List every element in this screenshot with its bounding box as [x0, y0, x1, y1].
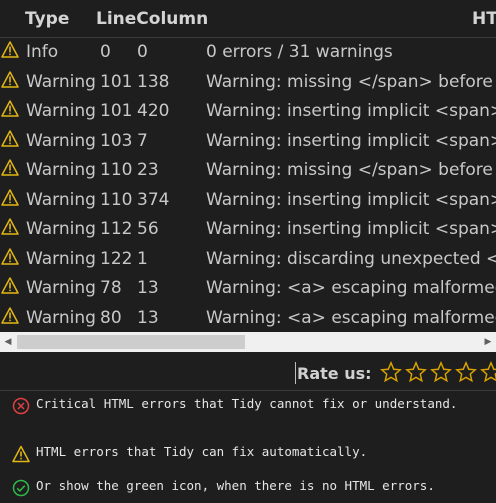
column-header-type[interactable]: Type — [25, 9, 69, 29]
cell-column: 138 — [137, 71, 170, 92]
table-row[interactable]: Warning 122 1 Warning: discarding unexpecte… — [0, 245, 496, 274]
table-row[interactable]: Warning 101 138 Warning: missing </span> be… — [0, 68, 496, 97]
cell-type: Info — [26, 42, 59, 62]
cell-type: Warning — [26, 219, 96, 239]
cell-message: Warning: inserting implicit <span> — [206, 101, 496, 121]
rate-us-label: Rate us: — [297, 364, 372, 383]
cell-type: Warning — [26, 189, 96, 210]
cell-message: Warning: discarding unexpected </ — [206, 248, 496, 269]
cell-column: 56 — [137, 219, 159, 239]
warning-triangle-icon — [12, 445, 30, 463]
cell-message: 0 errors / 31 warnings — [206, 42, 393, 62]
legend-critical-text: Critical HTML errors that Tidy cannot fi… — [36, 396, 458, 411]
cell-message: Warning: missing </span> before — [206, 160, 493, 180]
cell-line: 78 — [100, 278, 122, 298]
table-row[interactable]: Warning 78 13 Warning: <a> escaping malform… — [0, 274, 496, 303]
star-icon[interactable] — [380, 361, 402, 383]
scrollbar-thumb[interactable] — [17, 335, 245, 349]
cell-line: 110 — [100, 160, 133, 180]
cell-type: Warning — [26, 101, 96, 121]
cell-type: Warning — [26, 307, 96, 328]
cell-line: 110 — [100, 189, 133, 210]
cell-column: 23 — [137, 160, 159, 180]
table-row[interactable]: Warning 110 374 Warning: inserting implicit… — [0, 186, 496, 215]
cell-type: Warning — [26, 130, 96, 151]
warning-triangle-icon — [1, 41, 19, 58]
cell-column: 1 — [137, 248, 148, 269]
scroll-right-arrow-icon[interactable]: ▶ — [480, 332, 496, 352]
cell-message: Warning: inserting implicit <span> — [206, 189, 496, 210]
table-row[interactable]: Warning 112 56 Warning: inserting implicit … — [0, 215, 496, 244]
cell-column: 13 — [137, 278, 159, 298]
cell-column: 13 — [137, 307, 159, 328]
check-circle-icon — [12, 479, 30, 497]
star-icon[interactable] — [405, 361, 427, 383]
warning-triangle-icon — [1, 129, 19, 147]
column-header-line-column[interactable]: LineColumn — [96, 9, 208, 29]
cell-line: 103 — [100, 130, 133, 151]
cell-line: 80 — [100, 307, 122, 328]
warning-triangle-icon — [1, 277, 19, 294]
scrollbar-track[interactable] — [16, 332, 480, 352]
cell-type: Warning — [26, 248, 96, 269]
text-cursor — [295, 362, 296, 384]
warning-triangle-icon — [1, 159, 19, 176]
legend-panel: Critical HTML errors that Tidy cannot fi… — [0, 391, 496, 503]
cell-line: 0 — [100, 42, 111, 62]
legend-fixable-text: HTML errors that Tidy can fix automatica… — [36, 444, 368, 459]
cell-message: Warning: missing </span> before — [206, 71, 493, 92]
star-icon[interactable] — [455, 361, 477, 383]
star-icon[interactable] — [480, 361, 496, 383]
cell-line: 101 — [100, 71, 133, 92]
warning-triangle-icon — [1, 247, 19, 265]
cell-line: 101 — [100, 101, 133, 121]
cell-message: Warning: <a> escaping malformed — [206, 278, 496, 298]
cell-message: Warning: <a> escaping malformed — [206, 307, 496, 328]
cell-message: Warning: inserting implicit <span> — [206, 130, 496, 151]
cell-type: Warning — [26, 160, 96, 180]
table-row[interactable]: Warning 101 420 Warning: inserting implicit… — [0, 97, 496, 126]
cell-message: Warning: inserting implicit <span> — [206, 219, 496, 239]
cell-column: 7 — [137, 130, 148, 151]
cell-type: Warning — [26, 278, 96, 298]
table-row[interactable]: Warning 110 23 Warning: missing </span> bef… — [0, 156, 496, 185]
column-header-html[interactable]: HT — [472, 9, 496, 29]
table-row[interactable]: Warning 103 7 Warning: inserting implicit <… — [0, 127, 496, 156]
cell-column: 374 — [137, 189, 170, 210]
warning-triangle-icon — [1, 188, 19, 206]
table-row[interactable]: Info 0 0 0 errors / 31 warnings — [0, 38, 496, 67]
cell-column: 0 — [137, 42, 148, 62]
warning-triangle-icon — [1, 306, 19, 324]
scroll-left-arrow-icon[interactable]: ◀ — [0, 332, 16, 352]
cell-line: 122 — [100, 248, 133, 269]
warning-triangle-icon — [1, 218, 19, 235]
table-row[interactable]: Warning 80 13 Warning: <a> escaping malform… — [0, 304, 496, 333]
results-table: Type LineColumn HT Info 0 0 0 errors / 31 w… — [0, 0, 496, 352]
table-header: Type LineColumn HT — [0, 0, 496, 38]
cell-column: 420 — [137, 101, 170, 121]
horizontal-scrollbar[interactable]: ◀ ▶ — [0, 332, 496, 352]
warning-triangle-icon — [1, 70, 19, 88]
error-circle-icon — [12, 397, 30, 415]
legend-ok-text: Or show the green icon, when there is no… — [36, 478, 435, 493]
warning-triangle-icon — [1, 100, 19, 117]
cell-type: Warning — [26, 71, 96, 92]
cell-line: 112 — [100, 219, 133, 239]
star-icon[interactable] — [430, 361, 452, 383]
